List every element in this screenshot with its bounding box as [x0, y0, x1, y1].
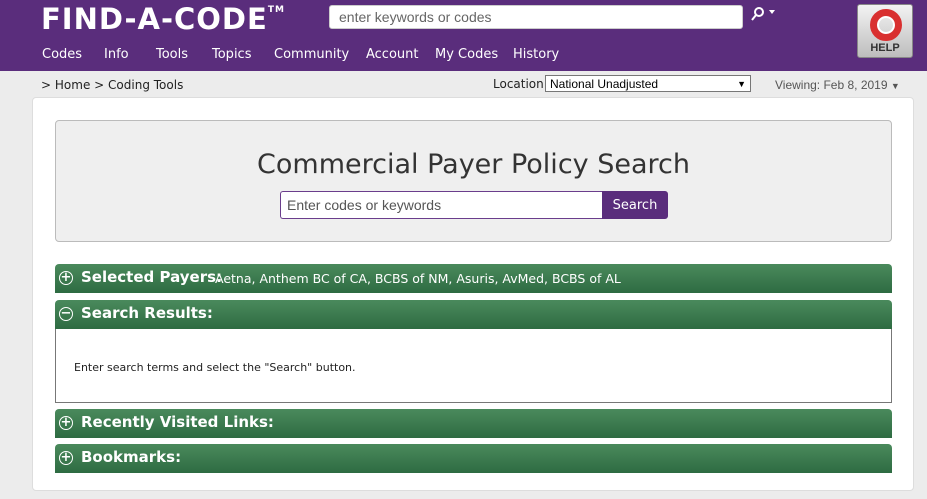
plus-circle-icon[interactable]: + [59, 451, 73, 465]
nav-item-history[interactable]: History [513, 47, 573, 65]
plus-circle-icon[interactable]: + [59, 416, 73, 430]
nav-item-community[interactable]: Community [274, 47, 366, 65]
breadcrumb-current[interactable]: Coding Tools [108, 78, 183, 92]
plus-circle-icon[interactable]: + [59, 271, 73, 285]
viewing-date-text: Viewing: Feb 8, 2019 [775, 78, 888, 92]
nav-item-info[interactable]: Info [104, 47, 156, 65]
selected-payers-title: Selected Payers: [81, 268, 223, 286]
search-results-message: Enter search terms and select the "Searc… [74, 361, 356, 374]
logo-text: FIND-A-CODE [41, 2, 268, 36]
bookmarks-title: Bookmarks: [81, 448, 182, 466]
search-results-title: Search Results: [81, 304, 213, 322]
selected-payers-list: Aetna, Anthem BC of CA, BCBS of NM, Asur… [215, 271, 621, 286]
recent-links-header[interactable]: + Recently Visited Links: [55, 409, 892, 438]
nav-item-account[interactable]: Account [366, 47, 435, 65]
chevron-down-icon: ▼ [890, 81, 900, 91]
search-options-icon[interactable] [750, 6, 776, 24]
site-logo[interactable]: FIND-A-CODETM [41, 2, 285, 36]
life-ring-icon [870, 9, 902, 41]
location-label: Location: [493, 77, 548, 91]
search-button[interactable]: Search [602, 191, 668, 219]
help-label: HELP [870, 42, 900, 54]
nav-item-topics[interactable]: Topics [212, 47, 274, 65]
global-search-input[interactable] [329, 5, 743, 29]
location-select[interactable]: National Unadjusted ▼ [545, 75, 751, 92]
breadcrumb: > Home > Coding Tools [41, 78, 183, 92]
minus-circle-icon[interactable]: − [59, 307, 73, 321]
viewing-date-selector[interactable]: Viewing: Feb 8, 2019 ▼ [775, 78, 900, 92]
help-button[interactable]: HELP [857, 4, 913, 58]
search-results-header[interactable]: − Search Results: [55, 300, 892, 329]
nav-item-tools[interactable]: Tools [156, 47, 212, 65]
recent-links-title: Recently Visited Links: [81, 413, 274, 431]
bookmarks-header[interactable]: + Bookmarks: [55, 444, 892, 473]
nav-item-my-codes[interactable]: My Codes [435, 47, 513, 65]
top-bar: FIND-A-CODETM HELP Codes Info Tools Topi… [0, 0, 927, 71]
logo-trademark: TM [267, 5, 285, 15]
dropdown-arrow-icon: ▼ [737, 79, 746, 89]
page-title: Commercial Payer Policy Search [257, 149, 690, 180]
breadcrumb-home[interactable]: Home [55, 78, 90, 92]
location-selected-value: National Unadjusted [550, 77, 659, 91]
selected-payers-header[interactable]: + Selected Payers: Aetna, Anthem BC of C… [55, 264, 892, 293]
breadcrumb-separator: > [94, 78, 105, 92]
search-hero: Commercial Payer Policy Search Search [55, 120, 892, 242]
breadcrumb-separator: > [41, 78, 52, 92]
main-nav: Codes Info Tools Topics Community Accoun… [42, 47, 573, 65]
policy-search-input[interactable] [280, 191, 604, 219]
nav-item-codes[interactable]: Codes [42, 47, 104, 65]
search-results-body: Enter search terms and select the "Searc… [55, 329, 892, 403]
